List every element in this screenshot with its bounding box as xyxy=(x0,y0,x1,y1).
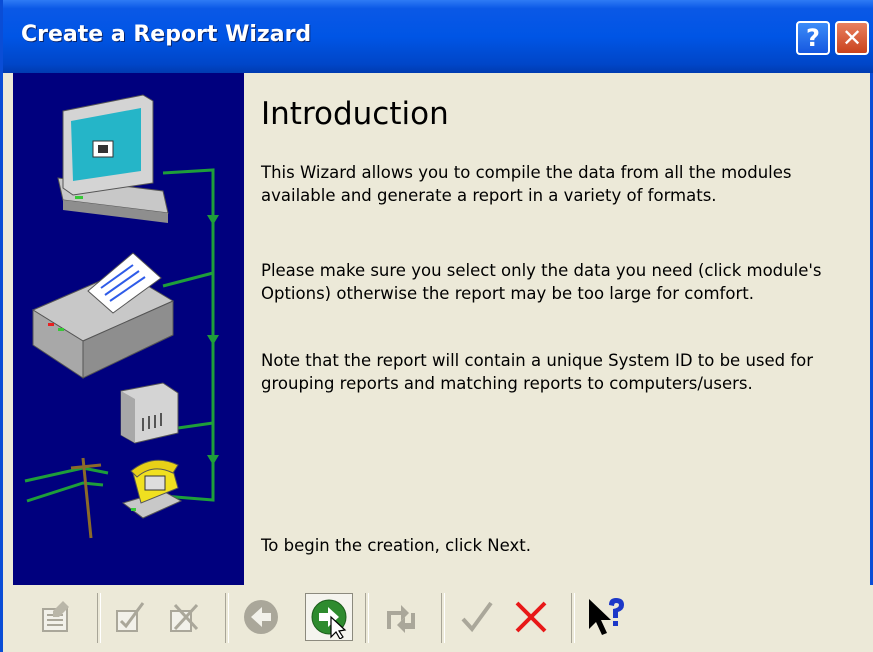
cancel-button[interactable] xyxy=(509,595,553,639)
printer-icon xyxy=(31,252,175,379)
report-form-icon xyxy=(42,601,69,632)
toolbar-separator xyxy=(571,593,575,643)
title-close-button[interactable]: ✕ xyxy=(835,21,869,55)
back-button[interactable] xyxy=(239,595,283,639)
uncheck-item-button[interactable] xyxy=(163,595,207,639)
window-title: Create a Report Wizard xyxy=(21,22,312,47)
finish-button[interactable] xyxy=(379,595,423,639)
check-item-button[interactable] xyxy=(109,595,153,639)
next-button[interactable] xyxy=(305,593,353,641)
modem-icon xyxy=(120,382,179,444)
data-size-paragraph: Please make sure you select only the dat… xyxy=(261,261,822,303)
toolbar-separator xyxy=(365,593,369,643)
toolbar-separator xyxy=(441,593,445,643)
page-title: Introduction xyxy=(261,96,449,132)
wizard-content: Introduction This Wizard allows you to c… xyxy=(261,73,861,585)
context-help-button[interactable] xyxy=(585,595,629,639)
next-arrow-icon xyxy=(311,599,347,639)
toolbar-separator xyxy=(225,593,229,643)
begin-instruction: To begin the creation, click Next. xyxy=(261,536,531,555)
title-help-button[interactable]: ? xyxy=(796,21,830,55)
checkbox-delete-icon xyxy=(170,603,199,632)
intro-paragraph: This Wizard allows you to compile the da… xyxy=(261,163,792,205)
close-icon: ✕ xyxy=(841,24,863,52)
cancel-x-icon xyxy=(515,601,547,633)
back-arrow-icon xyxy=(244,600,278,634)
wizard-window: Create a Report Wizard ? ✕ Introduction … xyxy=(0,0,873,652)
checkbox-edit-icon xyxy=(116,602,145,632)
finish-arrow-icon xyxy=(387,605,415,633)
wizard-toolbar xyxy=(13,585,873,652)
report-form-button[interactable] xyxy=(35,595,79,639)
help-icon: ? xyxy=(806,24,820,52)
network-illustration xyxy=(24,94,219,539)
wizard-illustration-panel xyxy=(13,73,244,585)
checkmark-icon xyxy=(461,601,493,633)
toolbar-separator xyxy=(97,593,101,643)
ok-button[interactable] xyxy=(455,595,499,639)
context-help-icon xyxy=(589,598,624,635)
telephone-icon xyxy=(121,459,183,519)
system-id-paragraph: Note that the report will contain a uniq… xyxy=(261,351,814,393)
title-bar[interactable]: Create a Report Wizard ? ✕ xyxy=(3,0,873,73)
computer-icon xyxy=(57,94,169,223)
